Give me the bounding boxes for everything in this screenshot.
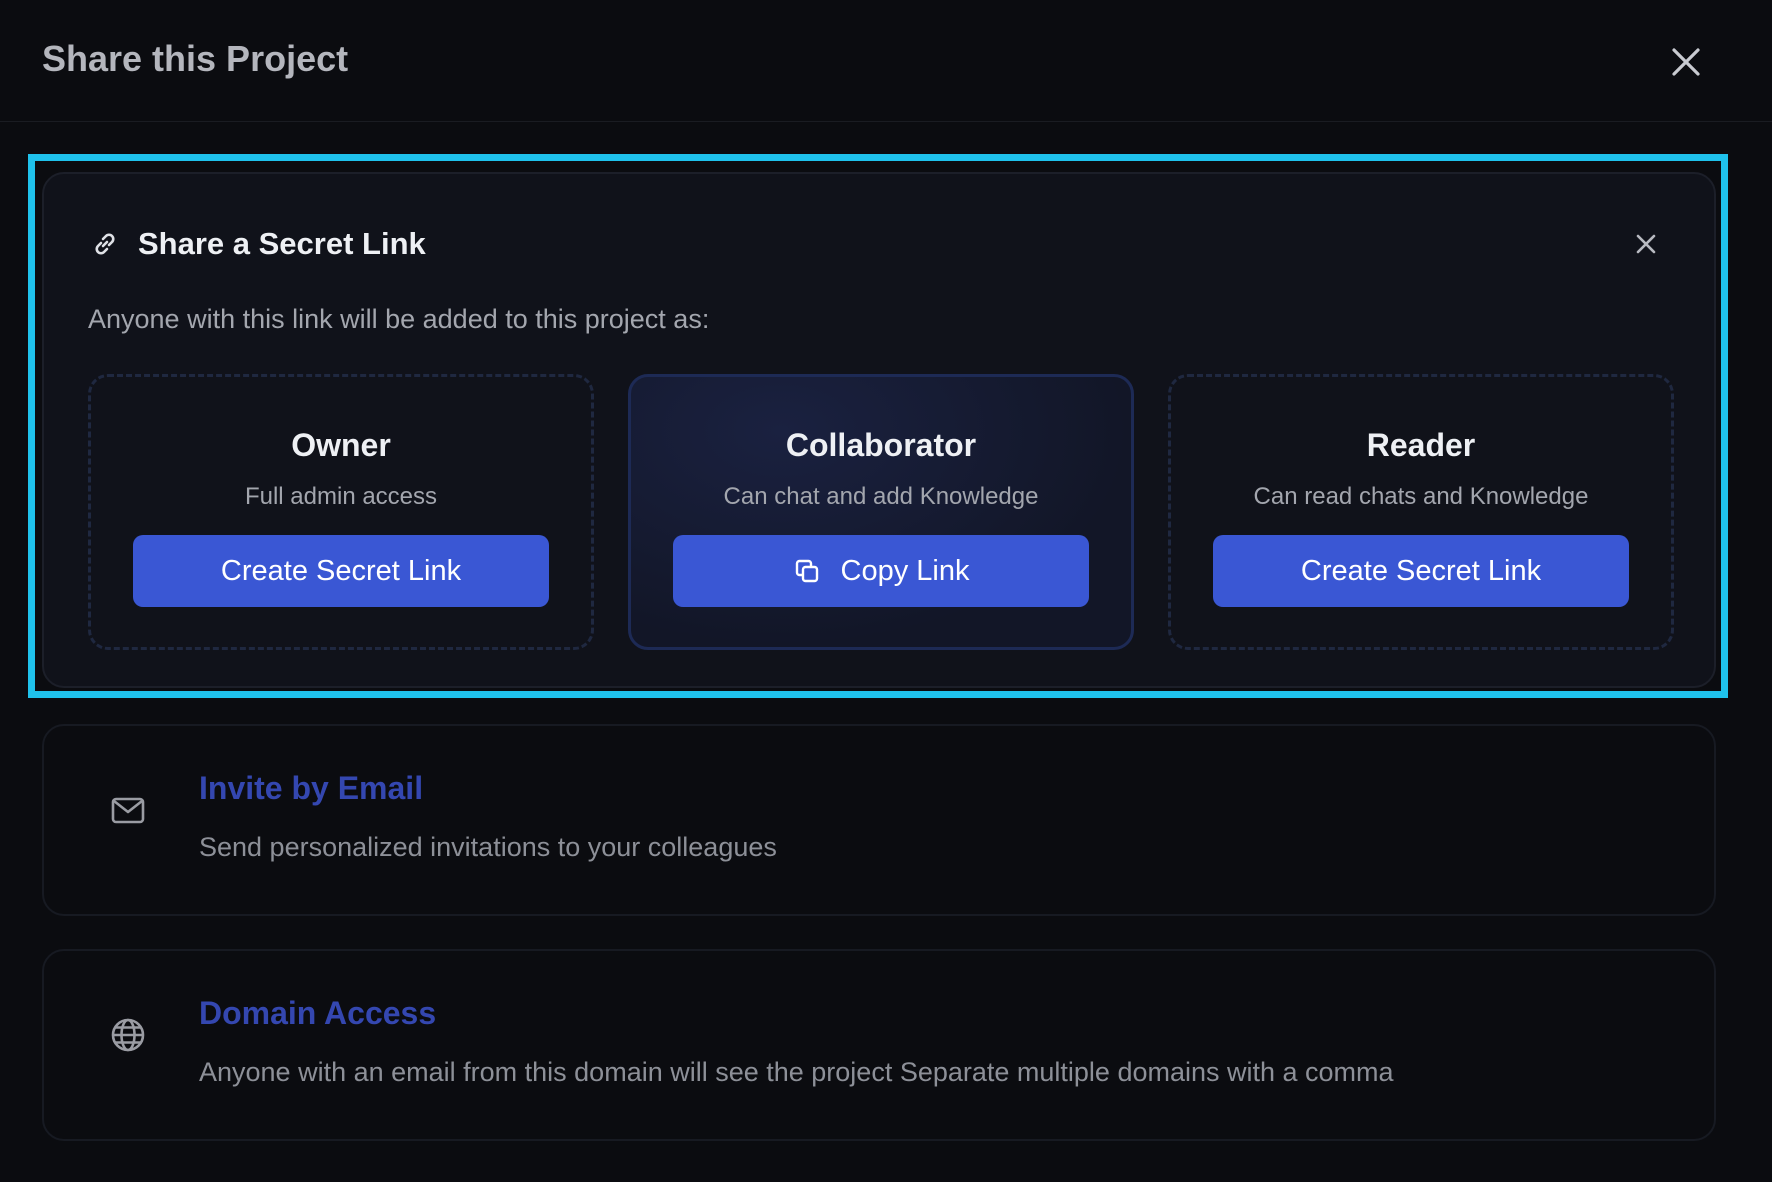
role-card-reader: Reader Can read chats and Knowledge Crea… [1168,374,1674,650]
secret-link-card: Share a Secret Link Anyone with this lin… [42,172,1716,688]
close-secret-link-icon[interactable] [1632,230,1660,258]
create-secret-link-reader-button[interactable]: Create Secret Link [1213,535,1629,607]
secret-link-title-row: Share a Secret Link [90,226,426,262]
role-name: Reader [1366,427,1476,463]
role-name: Owner [291,427,391,463]
button-label: Copy Link [840,554,970,587]
button-label: Create Secret Link [220,554,462,587]
role-description: Full admin access [244,483,438,510]
close-icon[interactable] [1666,42,1706,82]
dialog-title: Share this Project [42,38,349,79]
globe-icon [108,1015,148,1055]
copy-icon [793,557,821,585]
domain-access-title: Domain Access [199,995,437,1031]
secret-link-description: Anyone with this link will be added to t… [88,304,710,334]
secret-link-title: Share a Secret Link [138,226,426,261]
domain-access-card[interactable]: Domain Access Anyone with an email from … [42,949,1716,1141]
role-name: Collaborator [785,427,977,463]
domain-access-description: Anyone with an email from this domain wi… [199,1057,1394,1087]
mail-icon [108,790,148,830]
copy-link-button[interactable]: Copy Link [673,535,1089,607]
role-card-collaborator: Collaborator Can chat and add Knowledge … [628,374,1134,650]
invite-by-email-card[interactable]: Invite by Email Send personalized invita… [42,724,1716,916]
create-secret-link-owner-button[interactable]: Create Secret Link [133,535,549,607]
button-label: Create Secret Link [1300,554,1542,587]
role-card-owner: Owner Full admin access Create Secret Li… [88,374,594,650]
role-description: Can read chats and Knowledge [1253,483,1589,510]
invite-by-email-title: Invite by Email [199,770,424,806]
invite-by-email-description: Send personalized invitations to your co… [199,832,777,862]
role-description: Can chat and add Knowledge [723,483,1039,510]
dialog-header: Share this Project [0,0,1772,122]
link-icon [90,229,120,259]
